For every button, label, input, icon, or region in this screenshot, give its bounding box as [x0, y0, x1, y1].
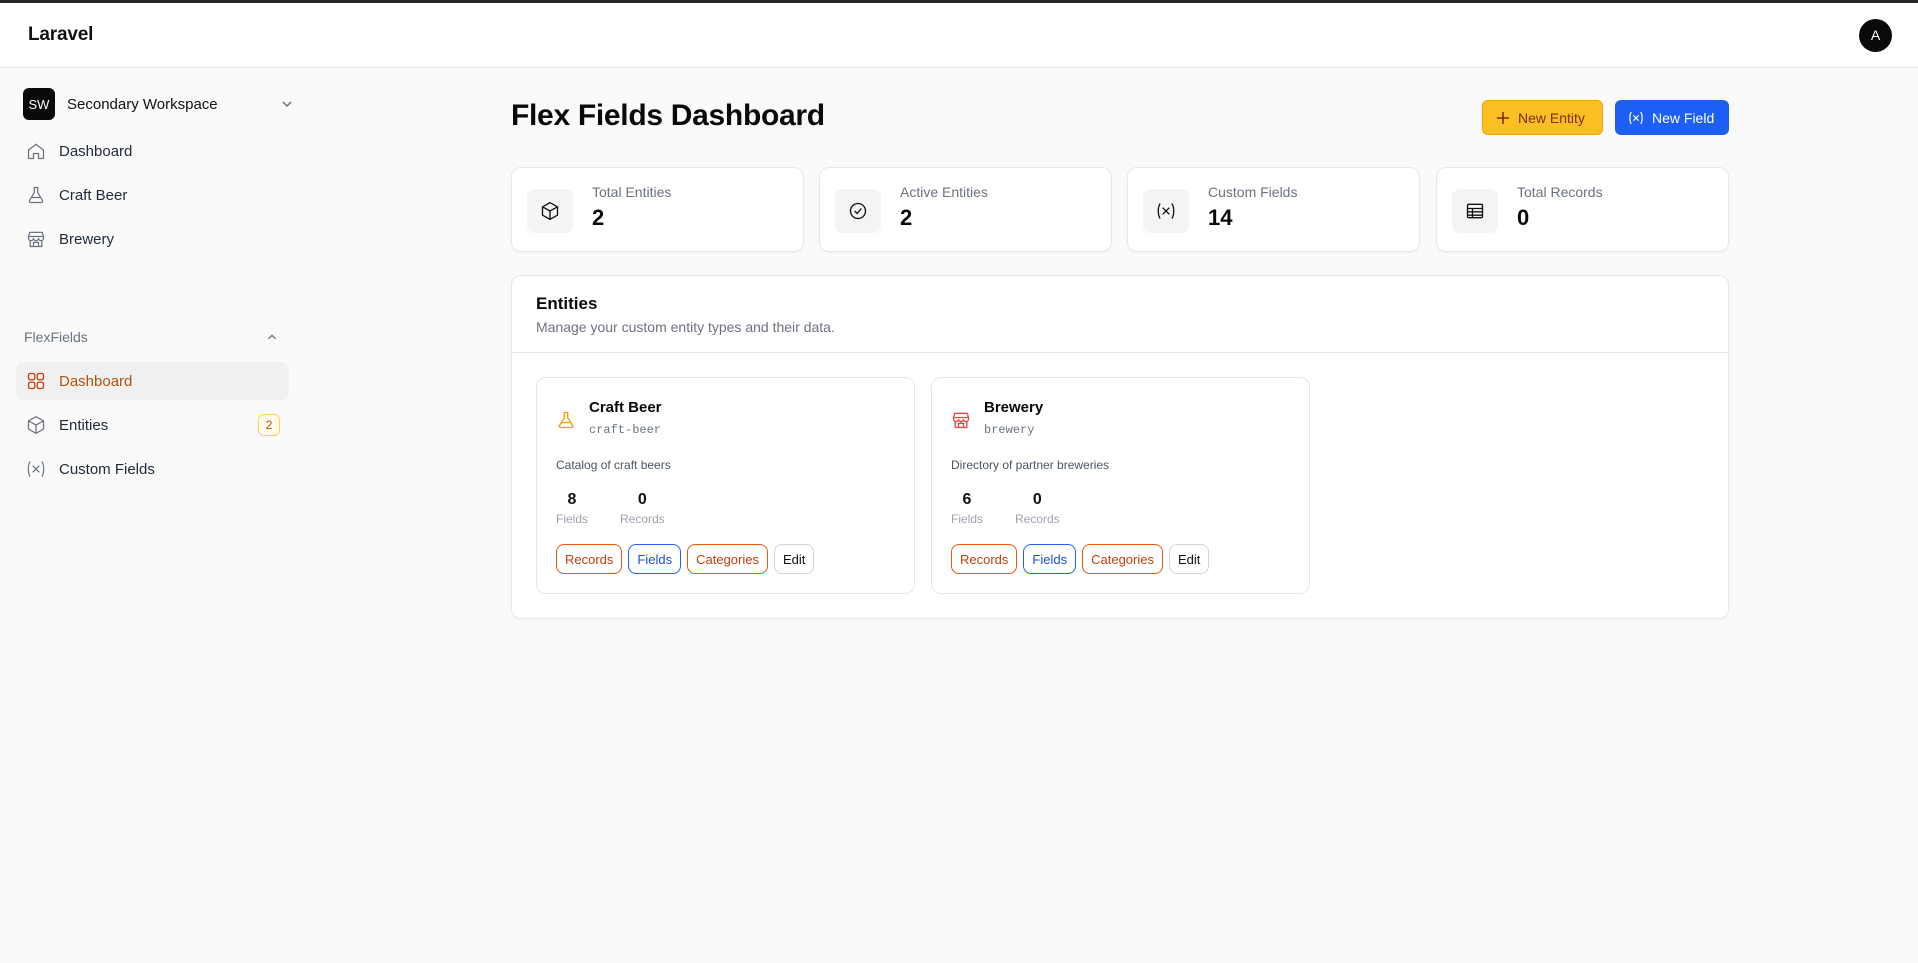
chevron-up-icon — [268, 334, 276, 340]
stat-card-total-records: Total Records 0 — [1436, 167, 1729, 252]
entity-actions: Records Fields Categories Edit — [951, 544, 1210, 574]
fields-button[interactable]: Fields — [1023, 544, 1077, 574]
flexfields-group-toggle[interactable]: FlexFields — [24, 325, 279, 349]
entity-card-brewery[interactable]: Brewery brewery Directory of partner bre… — [931, 377, 1310, 594]
plus-icon — [1497, 111, 1509, 124]
stat-card-active-entities: Active Entities 2 — [819, 167, 1112, 252]
entity-actions: Records Fields Categories Edit — [556, 544, 815, 574]
stat-card-custom-fields: Custom Fields 14 — [1127, 167, 1420, 252]
entity-fields-count: 8 Fields — [556, 491, 588, 526]
entity-name: Craft Beer — [589, 399, 662, 416]
workspace-switcher[interactable]: SW Secondary Workspace — [23, 88, 295, 120]
fields-count-label: Fields — [951, 512, 984, 526]
entity-records-count: 0 Records — [1015, 491, 1060, 526]
entity-fields-count: 6 Fields — [951, 491, 983, 526]
stat-card-total-entities: Total Entities 2 — [511, 167, 804, 252]
categories-button[interactable]: Categories — [1082, 544, 1163, 574]
home-icon — [25, 140, 47, 162]
records-button[interactable]: Records — [556, 544, 623, 574]
fields-count-label: Fields — [556, 512, 589, 526]
categories-button[interactable]: Categories — [687, 544, 768, 574]
entities-count-badge: 2 — [258, 414, 280, 436]
sidebar-item-label: Craft Beer — [59, 186, 128, 204]
panel-subtitle: Manage your custom entity types and thei… — [536, 319, 835, 335]
flask-icon — [25, 184, 47, 206]
variable-icon — [25, 458, 47, 480]
cube-icon — [25, 414, 47, 436]
sidebar-item-flex-dashboard[interactable]: Dashboard — [16, 362, 289, 400]
cube-icon — [527, 189, 573, 233]
page-title: Flex Fields Dashboard — [511, 99, 825, 132]
new-entity-label: New Entity — [1518, 109, 1585, 126]
fields-count-value: 8 — [567, 491, 577, 508]
flask-icon — [558, 411, 574, 429]
sidebar-item-label: Custom Fields — [59, 460, 155, 478]
records-count-value: 0 — [1032, 491, 1042, 508]
edit-button[interactable]: Edit — [1168, 544, 1210, 574]
workspace-name: Secondary Workspace — [67, 95, 218, 113]
panel-divider — [512, 352, 1728, 353]
stat-label: Custom Fields — [1208, 184, 1298, 200]
new-entity-button[interactable]: New Entity — [1482, 100, 1603, 135]
stat-label: Active Entities — [900, 184, 988, 200]
entity-slug: brewery — [984, 423, 1035, 437]
entity-description: Directory of partner breweries — [951, 458, 1110, 472]
store-icon — [25, 228, 47, 250]
records-count-label: Records — [1015, 512, 1060, 526]
edit-button[interactable]: Edit — [773, 544, 815, 574]
stat-label: Total Entities — [592, 184, 672, 200]
group-label: FlexFields — [24, 329, 88, 345]
entity-description: Catalog of craft beers — [556, 458, 671, 472]
sidebar-item-brewery[interactable]: Brewery — [16, 220, 289, 258]
variable-icon — [1143, 189, 1189, 233]
sidebar-item-label: Dashboard — [59, 142, 133, 160]
stat-value: 2 — [900, 205, 913, 230]
entity-name: Brewery — [984, 399, 1044, 416]
sidebar-item-craft-beer[interactable]: Craft Beer — [16, 176, 289, 214]
sidebar-item-label: Entities — [59, 416, 109, 434]
sidebar-item-dashboard[interactable]: Dashboard — [16, 132, 289, 170]
records-count-label: Records — [620, 512, 665, 526]
brand-logo[interactable]: Laravel — [28, 24, 93, 46]
sidebar: SW Secondary Workspace Dashboard Craft B… — [0, 69, 300, 963]
entity-card-craft-beer[interactable]: Craft Beer craft-beer Catalog of craft b… — [536, 377, 915, 594]
entity-slug: craft-beer — [589, 423, 662, 437]
table-icon — [1452, 189, 1498, 233]
main-nav: Dashboard Craft Beer Brewery — [16, 132, 289, 264]
entities-panel: Entities Manage your custom entity types… — [511, 275, 1729, 619]
records-count-value: 0 — [637, 491, 647, 508]
grid-icon — [25, 370, 47, 392]
stat-value: 2 — [592, 205, 605, 230]
new-field-button[interactable]: New Field — [1615, 100, 1729, 135]
records-button[interactable]: Records — [951, 544, 1018, 574]
sidebar-item-label: Brewery — [59, 230, 115, 248]
store-icon — [952, 412, 970, 429]
variable-icon — [1629, 111, 1643, 124]
fields-button[interactable]: Fields — [628, 544, 682, 574]
stat-value: 14 — [1208, 205, 1233, 230]
stat-value: 0 — [1517, 205, 1530, 230]
top-navbar: Laravel A — [0, 3, 1918, 68]
sidebar-item-entities[interactable]: Entities 2 — [16, 406, 289, 444]
panel-title: Entities — [536, 294, 598, 313]
sidebar-item-label: Dashboard — [59, 372, 133, 390]
fields-count-value: 6 — [962, 491, 972, 508]
chevron-down-icon — [282, 101, 292, 108]
entity-records-count: 0 Records — [620, 491, 665, 526]
check-circle-icon — [835, 189, 881, 233]
flexfields-nav: Dashboard Entities 2 Custom Fields — [16, 362, 289, 494]
stat-label: Total Records — [1517, 184, 1603, 200]
sidebar-item-custom-fields[interactable]: Custom Fields — [16, 450, 289, 488]
new-field-label: New Field — [1652, 109, 1715, 126]
workspace-badge: SW — [23, 88, 55, 120]
user-avatar[interactable]: A — [1859, 18, 1892, 52]
